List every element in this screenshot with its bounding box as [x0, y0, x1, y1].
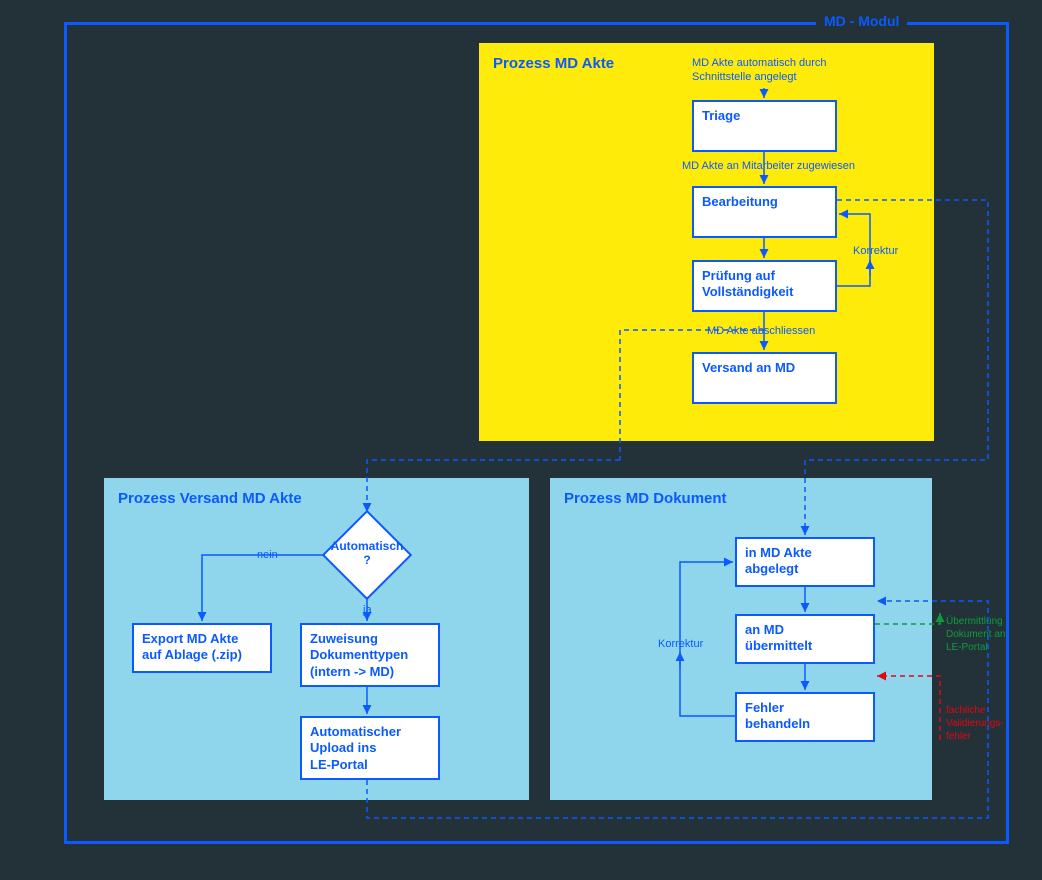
box-triage: Triage	[692, 100, 837, 152]
label-red-fehler: fachliche Validierungs- fehler	[946, 704, 1004, 743]
process-dokument-title: Prozess MD Dokument	[564, 490, 918, 507]
box-versand-md: Versand an MD	[692, 352, 837, 404]
label-korrektur-dok: Korrektur	[658, 638, 703, 650]
box-zuweisung: Zuweisung Dokumenttypen (intern -> MD)	[300, 623, 440, 687]
label-nein: nein	[257, 549, 278, 561]
box-export: Export MD Akte auf Ablage (.zip)	[132, 623, 272, 673]
label-korrektur-akte: Korrektur	[853, 245, 898, 257]
module-label: MD - Modul	[816, 13, 907, 29]
label-green-uebermittlung: Übermittlung Dokument an LE-Portal	[946, 615, 1005, 654]
box-fehler: Fehler behandeln	[735, 692, 875, 742]
process-versand-title: Prozess Versand MD Akte	[118, 490, 515, 507]
box-pruefung: Prüfung auf Vollständigkeit	[692, 260, 837, 312]
note-akte-auto: MD Akte automatisch durch Schnittstelle …	[692, 56, 827, 85]
decision-automatisch: Automatisch ?	[322, 510, 412, 600]
label-abschliessen: MD Akte abschliessen	[707, 325, 815, 337]
box-bearbeitung: Bearbeitung	[692, 186, 837, 238]
label-ja: ja	[363, 604, 372, 616]
box-uebermittelt: an MD übermittelt	[735, 614, 875, 664]
box-upload: Automatischer Upload ins LE-Portal	[300, 716, 440, 780]
box-abgelegt: in MD Akte abgelegt	[735, 537, 875, 587]
label-assigned: MD Akte an Mitarbeiter zugewiesen	[682, 160, 855, 172]
